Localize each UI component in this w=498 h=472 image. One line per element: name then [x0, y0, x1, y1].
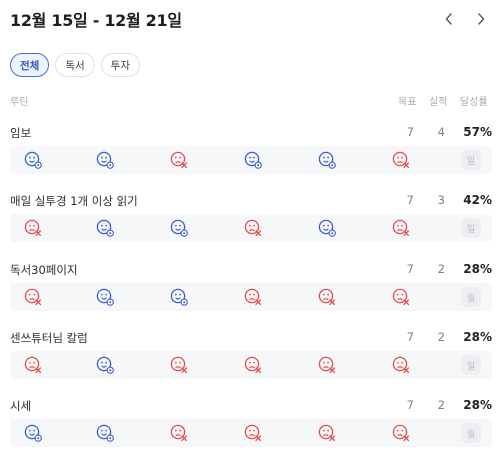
sad-x-icon[interactable]	[24, 288, 42, 306]
week-header: 12월 15일 - 12월 21일	[10, 4, 488, 34]
smile-check-icon[interactable]	[96, 288, 114, 306]
routine-goal: 7	[406, 262, 414, 276]
routine-row[interactable]: 임보 7 4 57% 일	[10, 125, 492, 185]
sad-x-icon[interactable]	[318, 288, 336, 306]
day-status-strip: 일	[10, 283, 492, 311]
smile-check-icon[interactable]	[24, 424, 42, 442]
sad-x-icon[interactable]	[244, 219, 262, 237]
sad-x-icon[interactable]	[392, 151, 410, 169]
routine-goal: 7	[406, 330, 414, 344]
smile-check-icon[interactable]	[24, 151, 42, 169]
day-status-strip: 일	[10, 419, 492, 447]
col-actual: 실적	[429, 97, 448, 108]
sad-x-icon[interactable]	[318, 356, 336, 374]
week-nav	[442, 9, 488, 29]
routine-rate: 57%	[463, 125, 492, 139]
sad-x-icon[interactable]	[244, 288, 262, 306]
day-empty-slot[interactable]: 일	[461, 287, 481, 307]
routine-actual: 2	[437, 398, 445, 412]
col-goal: 목표	[398, 97, 417, 108]
routine-actual: 2	[437, 262, 445, 276]
routine-goal: 7	[406, 125, 414, 139]
routine-rate: 28%	[463, 398, 492, 412]
sad-x-icon[interactable]	[170, 356, 188, 374]
sad-x-icon[interactable]	[392, 424, 410, 442]
routine-goal: 7	[406, 193, 414, 207]
sad-x-icon[interactable]	[244, 356, 262, 374]
smile-check-icon[interactable]	[96, 356, 114, 374]
tab-all[interactable]: 전체	[10, 53, 50, 77]
day-empty-slot[interactable]: 일	[461, 150, 481, 170]
col-routine: 루틴	[10, 97, 29, 108]
smile-check-icon[interactable]	[318, 219, 336, 237]
routine-name: 센쓰튜터님 칼럼	[10, 331, 88, 345]
day-status-strip: 일	[10, 351, 492, 379]
routine-name: 시세	[10, 399, 32, 413]
chevron-right-icon	[478, 13, 485, 25]
sad-x-icon[interactable]	[24, 219, 42, 237]
chevron-left-icon	[445, 13, 452, 25]
sad-x-icon[interactable]	[392, 219, 410, 237]
day-status-strip: 일	[10, 214, 492, 242]
sad-x-icon[interactable]	[24, 356, 42, 374]
prev-week-button[interactable]	[442, 9, 456, 29]
tab-investment[interactable]: 투자	[100, 53, 140, 77]
sad-x-icon[interactable]	[170, 424, 188, 442]
smile-check-icon[interactable]	[96, 219, 114, 237]
routine-name: 임보	[10, 126, 32, 140]
day-empty-slot[interactable]: 일	[461, 423, 481, 443]
date-range-title: 12월 15일 - 12월 21일	[10, 11, 182, 30]
smile-check-icon[interactable]	[170, 288, 188, 306]
routine-goal: 7	[406, 398, 414, 412]
next-week-button[interactable]	[474, 9, 488, 29]
smile-check-icon[interactable]	[96, 151, 114, 169]
sad-x-icon[interactable]	[170, 151, 188, 169]
smile-check-icon[interactable]	[244, 151, 262, 169]
sad-x-icon[interactable]	[392, 356, 410, 374]
routine-rate: 28%	[463, 330, 492, 344]
routine-rate: 42%	[463, 193, 492, 207]
tab-reading[interactable]: 독서	[55, 53, 95, 77]
routine-rate: 28%	[463, 262, 492, 276]
sad-x-icon[interactable]	[318, 424, 336, 442]
smile-check-icon[interactable]	[170, 219, 188, 237]
column-headers: 루틴 목표 실적 달성률	[10, 93, 492, 109]
day-status-strip: 일	[10, 146, 492, 174]
routine-name: 독서30페이지	[10, 263, 78, 277]
weekly-routine-page: 12월 15일 - 12월 21일 전체 독서 투자 루틴 목표 실적 달성률 …	[0, 0, 498, 472]
routine-row[interactable]: 매일 실투경 1개 이상 읽기 7 3 42% 일	[10, 193, 492, 253]
sad-x-icon[interactable]	[244, 424, 262, 442]
smile-check-icon[interactable]	[318, 151, 336, 169]
routine-actual: 4	[437, 125, 445, 139]
routine-name: 매일 실투경 1개 이상 읽기	[10, 194, 138, 208]
routine-row[interactable]: 독서30페이지 7 2 28% 일	[10, 262, 492, 322]
smile-check-icon[interactable]	[96, 424, 114, 442]
day-empty-slot[interactable]: 일	[461, 355, 481, 375]
routine-actual: 2	[437, 330, 445, 344]
routine-row[interactable]: 센쓰튜터님 칼럼 7 2 28% 일	[10, 330, 492, 390]
routine-row[interactable]: 시세 7 2 28% 일	[10, 398, 492, 458]
category-tabs: 전체 독서 투자	[10, 53, 140, 77]
col-rate: 달성률	[460, 97, 488, 108]
sad-x-icon[interactable]	[392, 288, 410, 306]
routine-actual: 3	[437, 193, 445, 207]
day-empty-slot[interactable]: 일	[461, 218, 481, 238]
